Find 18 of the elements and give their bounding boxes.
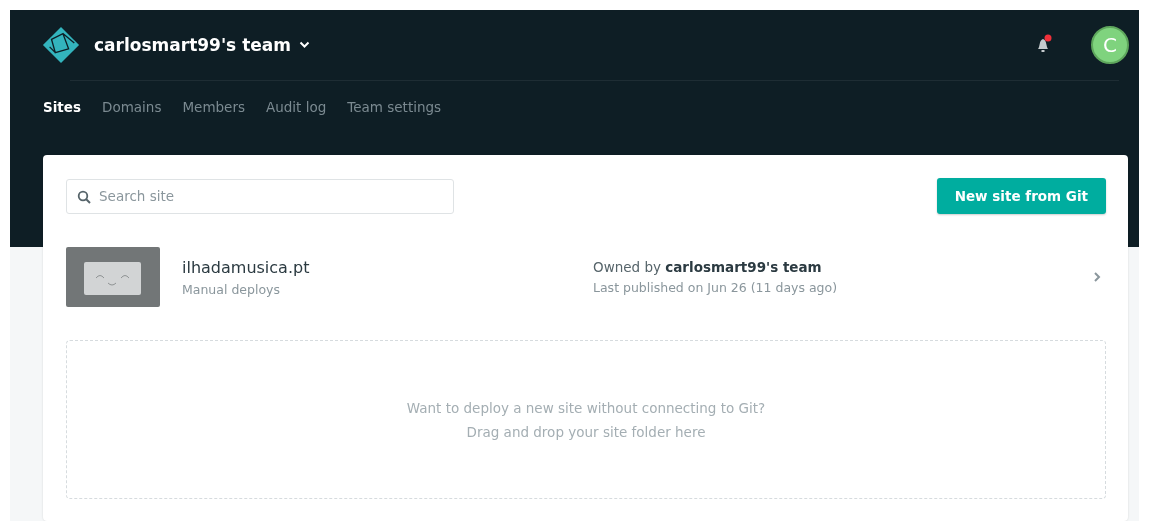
site-name[interactable]: ilhadamusica.pt — [182, 257, 593, 277]
nav-tab[interactable]: Audit log — [266, 99, 327, 119]
logo-icon — [42, 26, 80, 64]
team-name[interactable]: carlosmart99's team — [94, 35, 291, 55]
nav-tab[interactable]: Team settings — [347, 99, 442, 119]
deploy-type: Manual deploys — [182, 281, 281, 297]
new-site-button[interactable]: New site from Git — [936, 178, 1106, 214]
chevron-right-icon[interactable] — [1092, 271, 1102, 283]
nav-tab[interactable]: Domains — [102, 99, 162, 119]
dropzone-text: Want to deploy a new site without connecting to Git? — [406, 399, 766, 416]
chevron-down-icon[interactable] — [299, 41, 310, 49]
nav-tab[interactable]: Sites — [43, 99, 81, 119]
last-published: Last published on Jun 26 (11 days ago) — [593, 280, 839, 295]
site-owner: Owned by carlosmart99's team — [593, 259, 823, 275]
nav-tab[interactable]: Members — [182, 99, 245, 119]
dropzone-text: Drag and drop your site folder here — [466, 423, 706, 440]
search-icon — [77, 189, 91, 204]
search-field[interactable]: Search site — [66, 178, 454, 214]
